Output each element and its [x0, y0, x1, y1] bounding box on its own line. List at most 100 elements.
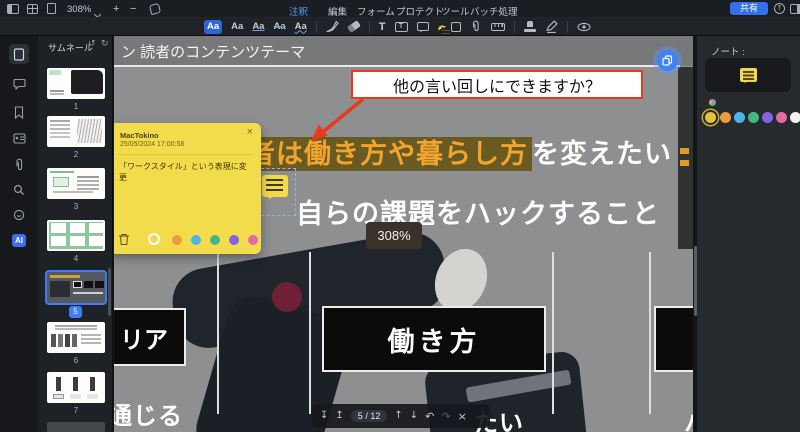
single-page-icon[interactable]: [47, 3, 56, 14]
squiggly-tool-icon[interactable]: Aa: [295, 21, 307, 33]
tab-tools[interactable]: ツール: [441, 4, 470, 18]
photo-belt-shape: [465, 369, 572, 403]
annotations-panel-icon[interactable]: [9, 74, 29, 94]
strikethrough-tool-icon[interactable]: Aa: [273, 21, 285, 33]
tab-edit[interactable]: 編集: [328, 4, 347, 18]
undo-icon[interactable]: ↺: [88, 40, 96, 49]
panel-color-green[interactable]: [748, 112, 759, 123]
note-delete-trash-icon[interactable]: [118, 233, 130, 246]
copy-pages-icon: [662, 55, 673, 66]
callout-annotation[interactable]: 他の言い回しにできますか？: [351, 70, 643, 99]
sticky-note-popup[interactable]: MacTokino 25/05/2024 17:00:58 × 「ワークスタイル…: [114, 123, 261, 254]
attachments-card-panel-icon[interactable]: [9, 128, 29, 148]
nav-redo-icon[interactable]: ↷: [441, 411, 450, 422]
note-color-green[interactable]: [210, 235, 220, 245]
page-navigation-bar: ↧ ↥ 5 / 12 ↑ ↓ ↶ ↷ ×: [312, 404, 490, 428]
thumbnail-page-4[interactable]: [47, 220, 105, 251]
page-indicator[interactable]: 5 / 12: [350, 410, 388, 422]
slide-bottom-text-left: 通じる: [114, 403, 183, 430]
document-canvas[interactable]: ン 読者のコンテンツテーマ リア 働き方 者は働き方や暮らし方 を変えたい 自らの…: [114, 36, 693, 432]
note-style-icon: [739, 68, 757, 83]
panel-color-blue[interactable]: [734, 112, 745, 123]
shape-tool-icon[interactable]: [450, 21, 461, 32]
thumbnail-page-2[interactable]: [47, 116, 105, 147]
highlight-tool-icon[interactable]: Aa: [204, 19, 223, 34]
panel-color-yellow-selected[interactable]: [705, 112, 716, 123]
panel-color-pink[interactable]: [776, 112, 787, 123]
note-color-orange[interactable]: [172, 235, 182, 245]
tab-protect[interactable]: プロテクト: [396, 4, 444, 18]
goto-last-page-icon[interactable]: ↧: [320, 411, 328, 421]
feedback-panel-icon[interactable]: [9, 205, 29, 225]
eraser-icon[interactable]: [346, 20, 361, 33]
thumbnail-page-5-selected[interactable]: [45, 270, 107, 305]
thumbnail-page-8[interactable]: [47, 422, 105, 432]
bookmarks-panel-icon[interactable]: [9, 102, 29, 122]
ai-copy-button[interactable]: [657, 50, 678, 71]
toolbar-divider: [513, 20, 515, 33]
sticky-note-anchor[interactable]: [256, 168, 296, 216]
tab-form[interactable]: フォーム: [357, 4, 395, 18]
attachment-tool-icon[interactable]: [470, 20, 482, 33]
slide-box-right-clipped: [654, 306, 693, 372]
note-color-purple[interactable]: [229, 235, 239, 245]
note-close-icon[interactable]: ×: [247, 127, 253, 138]
zoom-in-button[interactable]: +: [113, 3, 119, 15]
visibility-eye-icon[interactable]: [576, 21, 591, 33]
share-button[interactable]: 共有: [730, 2, 768, 15]
thumbnails-scrollbar[interactable]: [108, 268, 111, 316]
toolbar-divider: [566, 20, 568, 33]
left-icon-strip: AI: [0, 36, 38, 432]
slide-headline-line2: 自らの課題をハックすること: [296, 199, 660, 229]
nav-close-icon[interactable]: ×: [458, 411, 467, 422]
redo-icon[interactable]: ↻: [101, 40, 109, 49]
underline-tool-icon[interactable]: Aa: [252, 21, 264, 33]
note-color-pink[interactable]: [248, 235, 258, 245]
text-tool-icon[interactable]: T: [379, 21, 386, 33]
thumbnail-page-7[interactable]: [47, 372, 105, 403]
previous-page-icon[interactable]: ↑: [394, 411, 402, 421]
slide-column-line: [309, 252, 311, 414]
zoom-out-button[interactable]: −: [130, 3, 136, 15]
next-page-icon[interactable]: ↓: [410, 411, 418, 421]
zoom-level-value[interactable]: 308%: [67, 4, 91, 15]
thumbnail-page-1[interactable]: [47, 68, 105, 99]
toolbar-divider: [368, 20, 370, 33]
thumbnail-page-3[interactable]: [47, 168, 105, 199]
panel-color-purple[interactable]: [762, 112, 773, 123]
note-body-text[interactable]: 「ワークスタイル」という表現に変更: [119, 161, 253, 183]
ai-assistant-badge[interactable]: AI: [9, 230, 29, 250]
upload-cloud-icon[interactable]: ↑: [774, 3, 785, 14]
search-panel-icon[interactable]: [9, 180, 29, 200]
textbox-tool-icon[interactable]: T: [394, 21, 408, 32]
note-color-blue[interactable]: [191, 235, 201, 245]
note-style-preview-box[interactable]: [705, 58, 791, 92]
right-panel-toggle-icon[interactable]: [790, 4, 800, 14]
thumbnails-panel: サムネール ↺ ↻ 1 2 3 4 5 6 7: [38, 36, 113, 432]
text-comment-tool-icon[interactable]: Aa: [231, 21, 243, 33]
panel-color-white[interactable]: [790, 112, 800, 123]
highlighted-text[interactable]: 者は働き方や暮らし方: [244, 137, 532, 171]
hand-tool-icon[interactable]: [148, 2, 162, 16]
grid-view-icon[interactable]: [27, 4, 38, 14]
signature-tool-icon[interactable]: [545, 20, 558, 33]
goto-first-page-icon[interactable]: ↥: [335, 411, 343, 421]
stamp-tool-icon[interactable]: [523, 21, 536, 32]
sticky-note-tool-icon[interactable]: [437, 24, 444, 31]
slide-column-line: [552, 252, 554, 414]
nav-undo-icon[interactable]: ↶: [425, 411, 434, 422]
sidebar-toggle-icon[interactable]: [7, 4, 19, 14]
tab-annotate[interactable]: 注釈: [289, 4, 308, 18]
slide-box-workstyle: 働き方: [322, 306, 546, 372]
note-color-selected-ring[interactable]: [148, 233, 160, 245]
panel-color-orange[interactable]: [720, 112, 731, 123]
tab-batch[interactable]: バッチ処理: [470, 4, 518, 18]
thumbnails-panel-icon[interactable]: [9, 44, 29, 64]
thumbnail-page-6[interactable]: [47, 322, 105, 353]
callout-tool-icon[interactable]: [416, 22, 429, 32]
measure-tool-icon[interactable]: [490, 22, 505, 31]
paperclip-panel-icon[interactable]: [9, 154, 29, 174]
custom-color-wheel-icon[interactable]: [709, 99, 716, 106]
pencil-brush-icon[interactable]: [325, 20, 339, 33]
slide-headline-line1: 者は働き方や暮らし方 を変えたい: [244, 132, 672, 171]
